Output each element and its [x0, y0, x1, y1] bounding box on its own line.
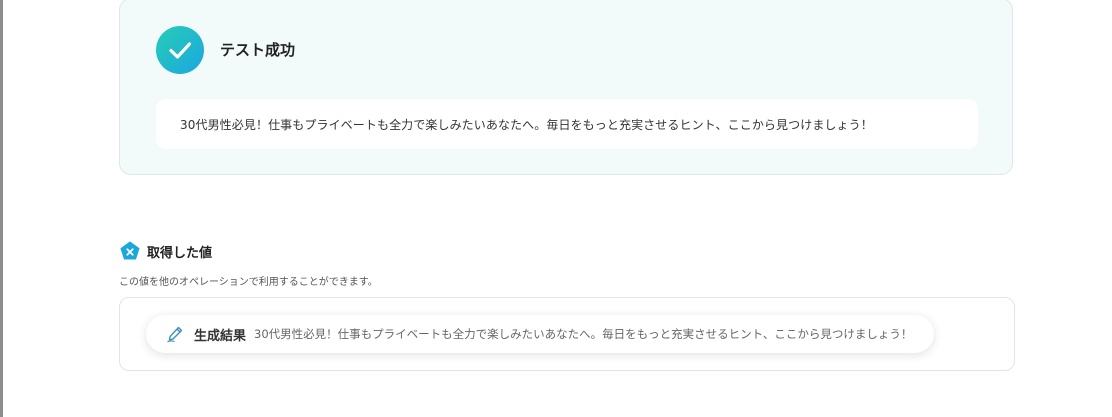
value-text: 30代男性必見！仕事もプライベートも全力で楽しみたいあなたへ。毎日をもっと充実さ… — [254, 327, 913, 341]
pen-icon — [166, 325, 184, 343]
value-pill-generated-result[interactable]: 生成結果 30代男性必見！仕事もプライベートも全力で楽しみたいあなたへ。毎日をも… — [146, 315, 935, 353]
retrieved-values-header: 取得した値 — [120, 241, 212, 261]
test-success-title: テスト成功 — [220, 41, 296, 59]
check-icon — [156, 26, 204, 74]
test-output-text: 30代男性必見！仕事もプライベートも全力で楽しみたいあなたへ。毎日をもっと充実さ… — [180, 117, 873, 132]
retrieved-values-description: この値を他のオペレーションで利用することができます。 — [119, 277, 378, 288]
pentagon-x-icon — [120, 241, 140, 261]
test-output-box: 30代男性必見！仕事もプライベートも全力で楽しみたいあなたへ。毎日をもっと充実さ… — [156, 99, 978, 149]
test-success-panel: テスト成功 30代男性必見！仕事もプライベートも全力で楽しみたいあなたへ。毎日を… — [119, 0, 1013, 175]
value-label: 生成結果 — [194, 328, 247, 344]
retrieved-values-title: 取得した値 — [147, 245, 213, 261]
window-left-border — [0, 0, 3, 417]
retrieved-values-panel: 生成結果 30代男性必見！仕事もプライベートも全力で楽しみたいあなたへ。毎日をも… — [119, 297, 1015, 371]
